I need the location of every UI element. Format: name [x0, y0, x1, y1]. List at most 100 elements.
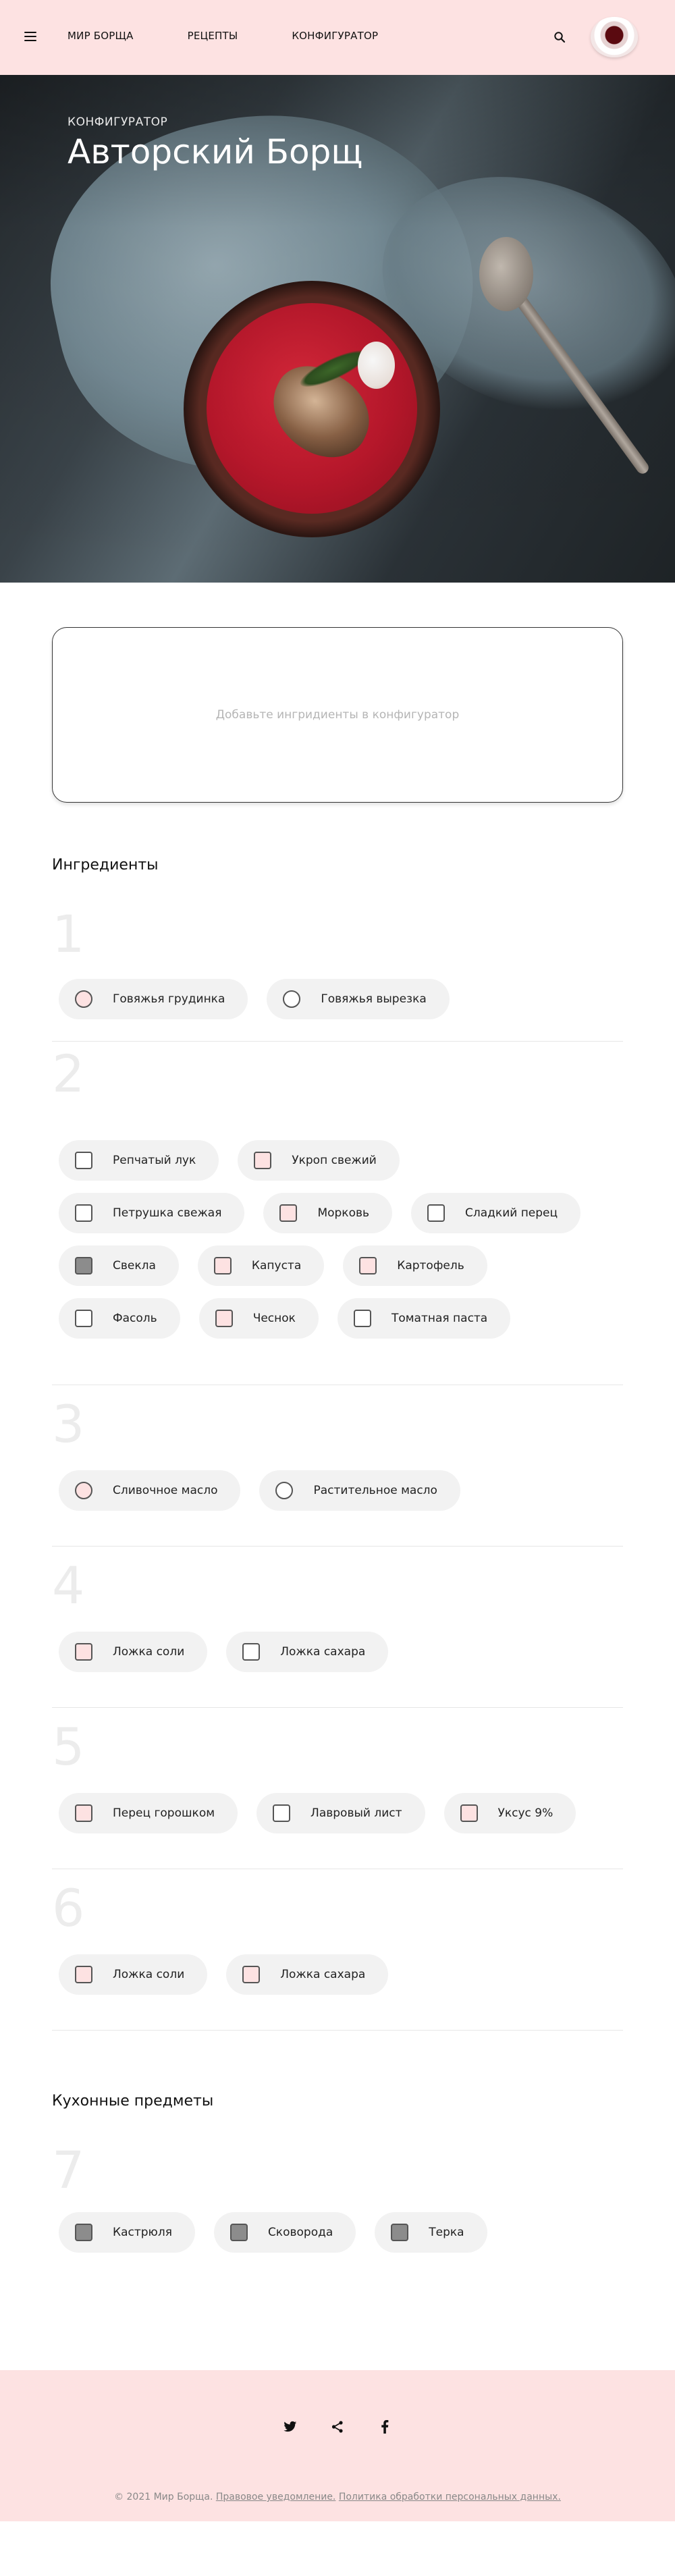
ingredient-chip[interactable]: Петрушка свежая	[59, 1193, 245, 1233]
ingredient-chip[interactable]: Ложка сахара	[226, 1954, 389, 1995]
radio-button[interactable]	[75, 990, 92, 1008]
nav-link-recipes[interactable]: РЕЦЕПТЫ	[188, 30, 238, 42]
checkbox[interactable]	[254, 1152, 272, 1169]
ingredient-group: 4 Ложка соли Ложка сахара	[52, 1547, 623, 1707]
borscht-bowl-logo[interactable]	[591, 17, 638, 57]
ingredient-chip[interactable]: Ложка соли	[59, 1632, 208, 1672]
checkbox[interactable]	[353, 1310, 371, 1327]
twitter-icon[interactable]	[282, 2419, 298, 2435]
ingredient-group: 5 Перец горошком Лавровый лист Уксус 9%	[52, 1708, 623, 1869]
ingredient-chip[interactable]: Говяжья вырезка	[267, 979, 450, 1019]
checkbox[interactable]	[213, 1257, 232, 1274]
ingredient-label: Укроп свежий	[292, 1154, 377, 1167]
ingredient-label: Сладкий перец	[465, 1206, 558, 1220]
checkbox[interactable]	[460, 1804, 478, 1822]
share-icon[interactable]	[329, 2419, 346, 2435]
ingredient-group: 2 Репчатый лук Укроп свежий Петрушка свежая…	[52, 1042, 623, 1385]
group-number: 2	[52, 1044, 85, 1104]
ingredient-chip-list: Ложка соли Ложка сахара	[59, 1954, 623, 2007]
group-number: 5	[52, 1717, 85, 1777]
ingredient-chip[interactable]: Говяжья грудинка	[59, 979, 248, 1019]
social-links	[0, 2419, 675, 2435]
ingredient-groups: 1 Говяжья грудинка Говяжья вырезка 2 Репчаты…	[0, 874, 675, 2031]
ingredient-chip-list: Говяжья грудинка Говяжья вырезка	[59, 979, 623, 1031]
checkbox[interactable]	[279, 1204, 298, 1222]
kitchen-groups: 7 Кастрюля Сковорода Терка	[0, 2110, 675, 2265]
ingredient-chip[interactable]: Фасоль	[59, 1298, 180, 1339]
ingredient-chip[interactable]: Уксус 9%	[443, 1793, 576, 1833]
ingredient-chip[interactable]: Томатная паста	[337, 1298, 511, 1339]
ingredient-chip[interactable]: Растительное масло	[259, 1470, 460, 1511]
group-number: 7	[52, 2140, 85, 2200]
hero-subtitle: КОНФИГУРАТОР	[68, 115, 168, 129]
ingredient-chip[interactable]: Морковь	[263, 1193, 393, 1233]
ingredient-chip[interactable]: Лавровый лист	[256, 1793, 425, 1833]
ingredient-chip[interactable]: Ложка сахара	[226, 1632, 389, 1672]
ingredient-chip-list: Ложка соли Ложка сахара	[59, 1632, 623, 1684]
checkbox[interactable]	[75, 1152, 92, 1169]
checkbox[interactable]	[75, 1804, 92, 1822]
ingredient-label: Говяжья грудинка	[113, 992, 225, 1006]
facebook-icon[interactable]	[377, 2419, 393, 2435]
ingredient-label: Ложка сахара	[280, 1645, 366, 1659]
ingredient-label: Перец горошком	[113, 1806, 215, 1820]
ingredient-chip[interactable]: Репчатый лук	[59, 1140, 219, 1181]
checkbox[interactable]	[215, 1310, 233, 1327]
ingredient-label: Ложка соли	[113, 1968, 185, 1981]
ingredient-label: Терка	[429, 2226, 464, 2239]
ingredient-label: Фасоль	[113, 1312, 157, 1325]
ingredient-group: 6 Ложка соли Ложка сахара	[52, 1869, 623, 2030]
ingredient-group: 7 Кастрюля Сковорода Терка	[52, 2110, 623, 2265]
checkbox[interactable]	[75, 1966, 92, 1983]
checkbox[interactable]	[75, 2224, 92, 2241]
kitchen-items-heading: Кухонные предметы	[52, 2093, 214, 2110]
page-title: Авторский Борщ	[68, 132, 363, 171]
checkbox[interactable]	[242, 1966, 261, 1983]
checkbox[interactable]	[230, 2224, 248, 2241]
legal-notice-link[interactable]: Правовое уведомление.	[216, 2492, 336, 2502]
ingredient-chip[interactable]: Сладкий перец	[411, 1193, 581, 1233]
checkbox[interactable]	[273, 1804, 291, 1822]
ingredient-chip[interactable]: Капуста	[197, 1245, 325, 1286]
configurator-dropzone[interactable]: Добавьте ингридиенты в конфигуратор	[52, 627, 623, 803]
ingredient-chip[interactable]: Сливочное масло	[59, 1470, 241, 1511]
hero-banner: КОНФИГУРАТОР Авторский Борщ	[0, 75, 675, 583]
ingredient-label: Морковь	[317, 1206, 370, 1220]
configurator-placeholder: Добавьте ингридиенты в конфигуратор	[215, 708, 460, 722]
nav-link-configurator[interactable]: КОНФИГУРАТОР	[292, 30, 378, 42]
ingredient-chip[interactable]: Укроп свежий	[238, 1140, 400, 1181]
radio-button[interactable]	[75, 1482, 92, 1499]
ingredient-label: Ложка сахара	[280, 1968, 366, 1981]
ingredient-chip[interactable]: Перец горошком	[59, 1793, 238, 1833]
checkbox[interactable]	[427, 1204, 446, 1222]
checkbox[interactable]	[75, 1643, 92, 1661]
ingredient-chip[interactable]: Ложка соли	[59, 1954, 208, 1995]
ingredient-chip[interactable]: Кастрюля	[59, 2212, 195, 2253]
radio-button[interactable]	[283, 990, 301, 1008]
ingredient-chip[interactable]: Чеснок	[198, 1298, 319, 1339]
group-number: 3	[52, 1394, 85, 1454]
privacy-policy-link[interactable]: Политика обработки персональных данных.	[339, 2492, 561, 2502]
hamburger-menu-icon[interactable]	[24, 32, 36, 41]
ingredient-chip-list: Кастрюля Сковорода Терка	[59, 2212, 623, 2265]
nav-link-mir-borscha[interactable]: МИР БОРЩА	[68, 30, 134, 42]
ingredient-label: Сковорода	[267, 2226, 333, 2239]
ingredient-chip[interactable]: Картофель	[343, 1245, 487, 1286]
checkbox[interactable]	[391, 2224, 409, 2241]
checkbox[interactable]	[75, 1310, 92, 1327]
checkbox[interactable]	[75, 1257, 92, 1274]
checkbox[interactable]	[359, 1257, 377, 1274]
ingredients-heading: Ингредиенты	[52, 857, 159, 874]
search-icon[interactable]	[554, 31, 566, 43]
ingredient-chip[interactable]: Терка	[375, 2212, 487, 2253]
ingredient-label: Томатная паста	[391, 1312, 488, 1325]
main-nav: МИР БОРЩА РЕЦЕПТЫ КОНФИГУРАТОР	[68, 30, 432, 42]
checkbox[interactable]	[75, 1204, 92, 1222]
site-footer: © 2021 Мир Борща. Правовое уведомление. …	[0, 2370, 675, 2521]
ingredient-label: Сливочное масло	[113, 1484, 218, 1497]
ingredient-chip[interactable]: Сковорода	[213, 2212, 356, 2253]
group-number: 6	[52, 1878, 85, 1938]
radio-button[interactable]	[275, 1482, 294, 1499]
ingredient-chip[interactable]: Свекла	[59, 1245, 179, 1286]
checkbox[interactable]	[242, 1643, 261, 1661]
